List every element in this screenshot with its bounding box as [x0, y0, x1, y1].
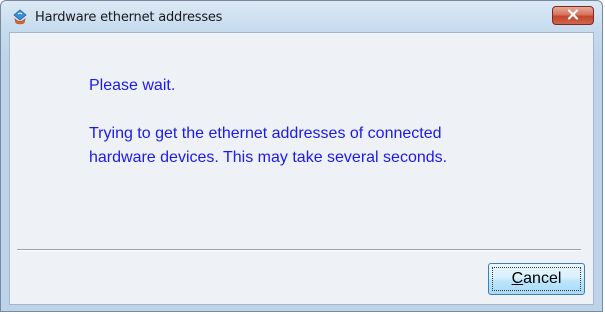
button-separator	[17, 249, 581, 251]
cancel-mnemonic: C	[511, 270, 524, 287]
detail-line-1: Trying to get the ethernet addresses of …	[89, 125, 442, 142]
cancel-label: ancel	[523, 270, 562, 287]
detail-line-2: hardware devices. This may take several …	[89, 149, 448, 166]
detail-message: Trying to get the ethernet addresses of …	[89, 122, 559, 170]
dialog-window: Hardware ethernet addresses Please wait.…	[0, 0, 603, 312]
wait-message: Please wait.	[89, 77, 176, 94]
close-icon	[567, 7, 579, 25]
cancel-button[interactable]: Cancel	[488, 263, 585, 295]
window-title: Hardware ethernet addresses	[35, 10, 223, 25]
title-bar[interactable]: Hardware ethernet addresses	[1, 1, 602, 33]
close-button[interactable]	[552, 6, 594, 25]
java-cup-icon	[12, 9, 28, 25]
focus-ring: Cancel	[492, 267, 581, 291]
